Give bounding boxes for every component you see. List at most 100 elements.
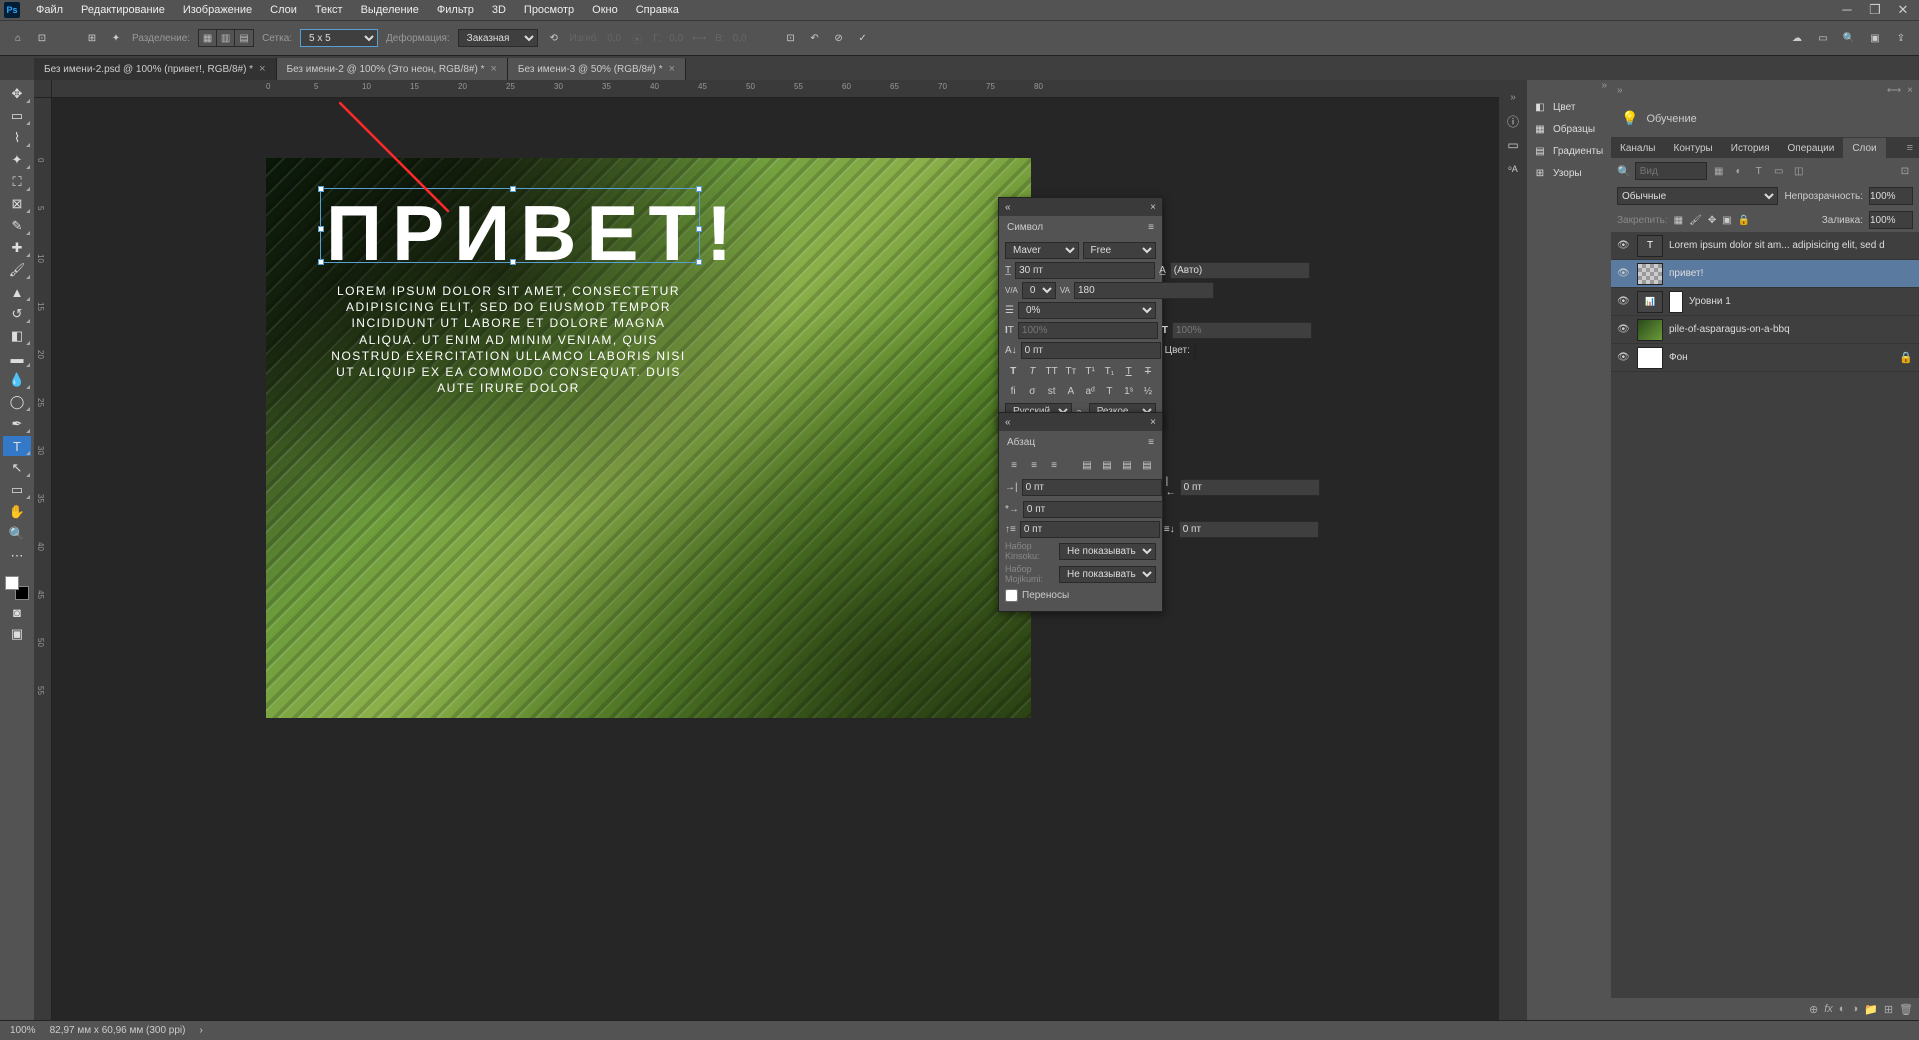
document-canvas[interactable]: ПРИВЕТ! LOREM IPSUM DOLOR SIT AMET, CONS… [266,158,1031,718]
doc-info-chevron-icon[interactable]: › [200,1025,203,1036]
font-style-select[interactable]: Free [1083,242,1157,259]
menu-layers[interactable]: Слои [262,1,305,19]
paragraph-tab[interactable]: Абзац≡ [999,431,1162,453]
mojikumi-select[interactable]: Не показывать [1059,566,1156,583]
anchor-icon[interactable]: ⊡ [783,30,799,46]
menu-text[interactable]: Текст [307,1,351,19]
brush-tool[interactable]: 🖌 [3,260,31,280]
subscript-icon[interactable]: T₁ [1101,363,1117,379]
window-maximize-icon[interactable]: ❐ [1863,2,1887,18]
hyphenate-checkbox[interactable] [1005,587,1018,604]
filter-type-icon[interactable]: T [1751,163,1767,179]
frac-icon[interactable]: ½ [1140,383,1156,399]
text-color-swatch[interactable] [1194,344,1196,358]
close-icon[interactable]: × [669,63,675,75]
reset-icon[interactable]: ↶ [807,30,823,46]
indent-left-input[interactable] [1022,479,1162,496]
dodge-tool[interactable]: ◯ [3,392,31,412]
warp-select[interactable]: Заказная [458,29,538,47]
split-buttons[interactable]: ▦▥▤ [198,29,254,47]
close-icon[interactable]: × [1150,417,1156,428]
share-icon[interactable]: ⇪ [1893,30,1909,46]
panel-color[interactable]: ◧Цвет [1527,96,1611,118]
menu-3d[interactable]: 3D [484,1,514,19]
panel-gradients[interactable]: ▤Градиенты [1527,140,1611,162]
align-left-icon[interactable]: ≡ [1005,457,1023,473]
heal-tool[interactable]: ✚ [3,238,31,258]
align-right-icon[interactable]: ≡ [1045,457,1063,473]
history-brush-tool[interactable]: ↺ [3,304,31,324]
learn-panel[interactable]: 💡 Обучение [1611,100,1919,138]
layer-item[interactable]: 👁привет! [1611,260,1919,288]
tab-layers[interactable]: Слои [1843,138,1885,158]
hscale-input[interactable] [1172,322,1312,339]
panel-swatches[interactable]: ▦Образцы [1527,118,1611,140]
fill-input[interactable] [1869,211,1913,229]
layer-item[interactable]: 👁Фон🔒 [1611,344,1919,372]
split-cross-icon[interactable]: ✦ [108,30,124,46]
move-tool[interactable]: ✥ [3,84,31,104]
hand-tool[interactable]: ✋ [3,502,31,522]
bold-icon[interactable]: T [1005,363,1021,379]
eyedropper-tool[interactable]: ✎ [3,216,31,236]
justify-center-icon[interactable]: ▤ [1098,457,1116,473]
new-layer-icon[interactable]: ⊞ [1884,1003,1893,1016]
filter-shape-icon[interactable]: ▭ [1771,163,1787,179]
frame-tool[interactable]: ⊠ [3,194,31,214]
zoom-level[interactable]: 100% [10,1025,36,1036]
orientation-icon[interactable]: ⟲ [546,30,562,46]
tab-channels[interactable]: Каналы [1611,138,1665,158]
window-minimize-icon[interactable]: ─ [1835,2,1859,18]
panel-menu-icon[interactable]: ≡ [1901,142,1919,154]
baseline-input[interactable] [1021,342,1161,359]
space-after-input[interactable] [1179,521,1319,538]
a-icon[interactable]: A [1063,383,1079,399]
opacity-input[interactable] [1869,187,1913,205]
path-tool[interactable]: ↖ [3,458,31,478]
window-close-icon[interactable]: ✕ [1891,2,1915,18]
filter-smart-icon[interactable]: ◫ [1791,163,1807,179]
gradient-tool[interactable]: ▬ [3,348,31,368]
menu-view[interactable]: Просмотр [516,1,582,19]
close-icon[interactable]: × [259,63,265,75]
type-tool[interactable]: T [3,436,31,456]
tab-actions[interactable]: Операции [1779,138,1844,158]
home-icon[interactable]: ⌂ [10,30,26,46]
stamp-tool[interactable]: ▲ [3,282,31,302]
zoom-tool[interactable]: 🔍 [3,524,31,544]
tracking-input[interactable] [1074,282,1214,299]
justify-all-icon[interactable]: ▤ [1138,457,1156,473]
blur-tool[interactable]: 💧 [3,370,31,390]
panel-patterns[interactable]: ⊞Узоры [1527,162,1611,184]
doc-tab-2[interactable]: Без имени-2 @ 100% (Это неон, RGB/8#) *× [277,58,508,80]
doc-tab-1[interactable]: Без имени-2.psd @ 100% (привет!, RGB/8#)… [34,58,277,80]
screenmode-tool[interactable]: ▣ [3,624,31,644]
mask-icon[interactable]: ◐ [1839,1003,1846,1015]
smallcaps-icon[interactable]: Tᴛ [1063,363,1079,379]
close-icon[interactable]: × [1150,202,1156,213]
split-warp-icon[interactable]: ⊞ [84,30,100,46]
canvas-area[interactable]: 05101520253035404550556065707580 0510152… [34,80,1499,1020]
visibility-icon[interactable]: 👁 [1617,324,1631,335]
indent-right-input[interactable] [1180,479,1320,496]
tool-preset-icon[interactable]: ⊡ [34,30,50,46]
kinsoku-select[interactable]: Не показывать [1059,543,1156,560]
lock-artboard-icon[interactable]: ▣ [1722,215,1731,226]
properties-icon[interactable]: ▭ [1502,134,1524,156]
marquee-tool[interactable]: ▭ [3,106,31,126]
superscript-icon[interactable]: T¹ [1082,363,1098,379]
sigma-icon[interactable]: σ [1024,383,1040,399]
menu-file[interactable]: Файл [28,1,71,19]
glyphs-icon[interactable]: ᵒA [1502,158,1524,180]
doc-info[interactable]: 82,97 мм x 60,96 мм (300 ppi) [50,1025,186,1036]
strike-icon[interactable]: T [1140,363,1156,379]
st-icon[interactable]: st [1044,383,1060,399]
lock-all-icon[interactable]: 🔒 [1738,215,1750,226]
wand-tool[interactable]: ✦ [3,150,31,170]
space-before-input[interactable] [1020,521,1160,538]
lock-position-icon[interactable]: ✥ [1708,215,1716,226]
vscale-input[interactable] [1018,322,1158,339]
cloud-icon[interactable]: ☁ [1789,30,1805,46]
first-line-input[interactable] [1023,501,1163,518]
group-icon[interactable]: 📁 [1864,1003,1878,1016]
